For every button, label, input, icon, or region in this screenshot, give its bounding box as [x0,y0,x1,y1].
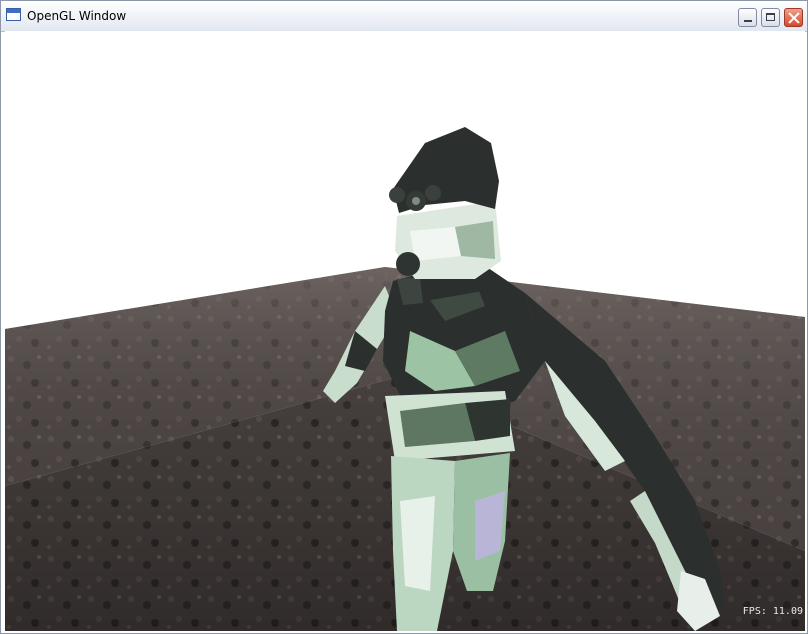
window-icon[interactable] [6,8,21,21]
maximize-button[interactable] [761,8,780,27]
minimize-icon [744,20,752,22]
title-bar[interactable]: OpenGL Window [1,1,807,32]
maximize-icon [766,13,775,21]
opengl-viewport[interactable]: FPS: 11.09 [5,31,805,631]
window-title: OpenGL Window [27,9,127,23]
minimize-button[interactable] [738,8,757,27]
close-icon [788,12,800,24]
fps-counter: FPS: 11.09 [742,606,803,617]
close-button[interactable] [784,8,803,27]
opengl-window: OpenGL Window FPS: 11.09 [0,0,808,634]
3d-scene [5,127,805,631]
